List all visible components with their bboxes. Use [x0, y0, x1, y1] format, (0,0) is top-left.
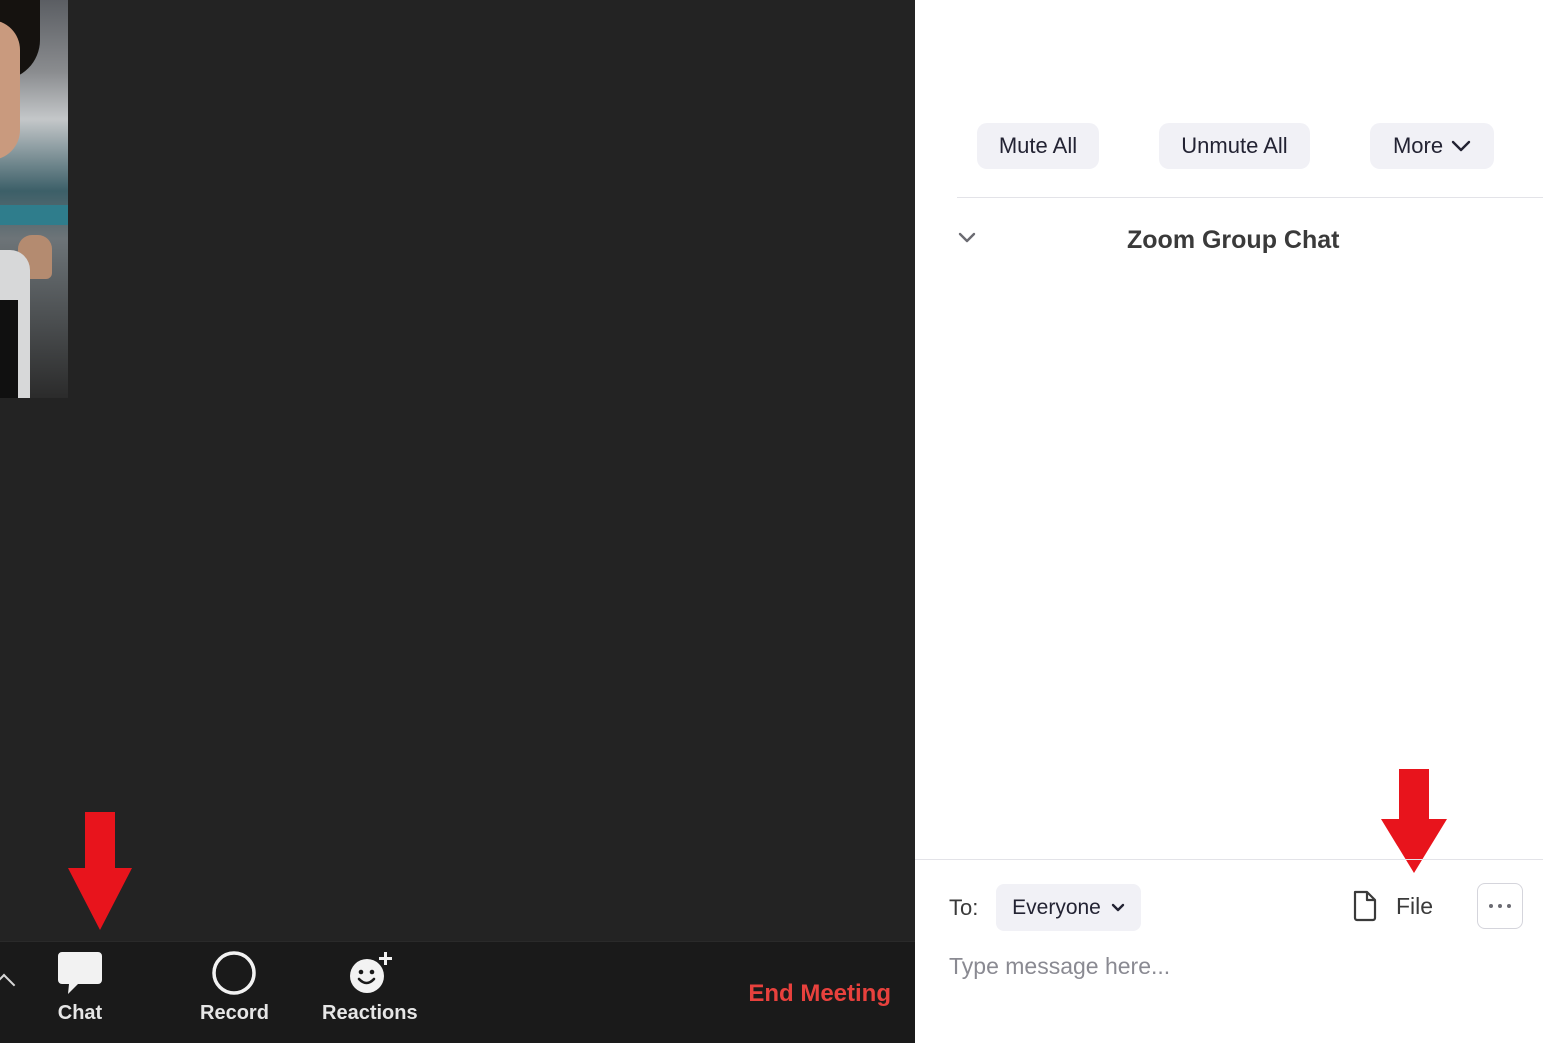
- smiley-plus-icon: [349, 952, 392, 993]
- record-circle-icon: [212, 951, 257, 995]
- chat-panel: Mute All Unmute All More Zoom Group Chat…: [915, 0, 1543, 1043]
- file-button-label: File: [1396, 892, 1434, 919]
- zoom-meeting-window: Chat Record Reactions End Meeting Mute A…: [0, 0, 1543, 1043]
- message-input[interactable]: [949, 946, 1509, 986]
- end-meeting-button[interactable]: End Meeting: [748, 980, 891, 1008]
- chevron-down-icon: [1451, 140, 1471, 152]
- video-participant-shirt: [0, 300, 18, 398]
- more-options-button[interactable]: [1477, 883, 1523, 929]
- chevron-down-icon: [1111, 903, 1125, 911]
- more-button-label: More: [1392, 133, 1444, 158]
- chat-button[interactable]: Chat: [56, 950, 104, 1025]
- record-button[interactable]: Record: [200, 950, 269, 1025]
- meeting-toolbar: Chat Record Reactions End Meeting: [0, 941, 915, 1043]
- file-icon: [1353, 890, 1377, 922]
- panel-divider: [957, 197, 1543, 198]
- reactions-button-label: Reactions: [322, 1002, 418, 1024]
- unmute-all-button[interactable]: Unmute All: [1159, 123, 1310, 169]
- file-button[interactable]: File: [1352, 890, 1433, 922]
- participant-video-thumbnail[interactable]: [0, 0, 68, 398]
- video-participant-face: [0, 20, 20, 160]
- chevron-up-icon[interactable]: [0, 973, 16, 997]
- group-chat-title: Zoom Group Chat: [1127, 226, 1340, 254]
- ellipsis-icon: [1489, 904, 1511, 908]
- record-button-label: Record: [200, 1002, 269, 1024]
- mute-all-button[interactable]: Mute All: [977, 123, 1099, 169]
- chat-bubble-icon: [58, 952, 102, 994]
- video-background-band: [0, 205, 68, 225]
- chat-button-label: Chat: [57, 1002, 103, 1024]
- recipient-select[interactable]: Everyone: [996, 884, 1141, 931]
- recipient-select-value: Everyone: [1012, 895, 1101, 919]
- red-down-arrow-icon: [68, 812, 132, 930]
- chat-input-divider: [915, 859, 1543, 860]
- recipient-label: To:: [949, 895, 979, 920]
- red-down-arrow-icon: [1381, 769, 1447, 873]
- more-button[interactable]: More: [1370, 123, 1494, 169]
- reactions-button[interactable]: Reactions: [322, 950, 418, 1025]
- chevron-down-icon[interactable]: [957, 232, 977, 244]
- meeting-video-area: Chat Record Reactions End Meeting: [0, 0, 915, 1043]
